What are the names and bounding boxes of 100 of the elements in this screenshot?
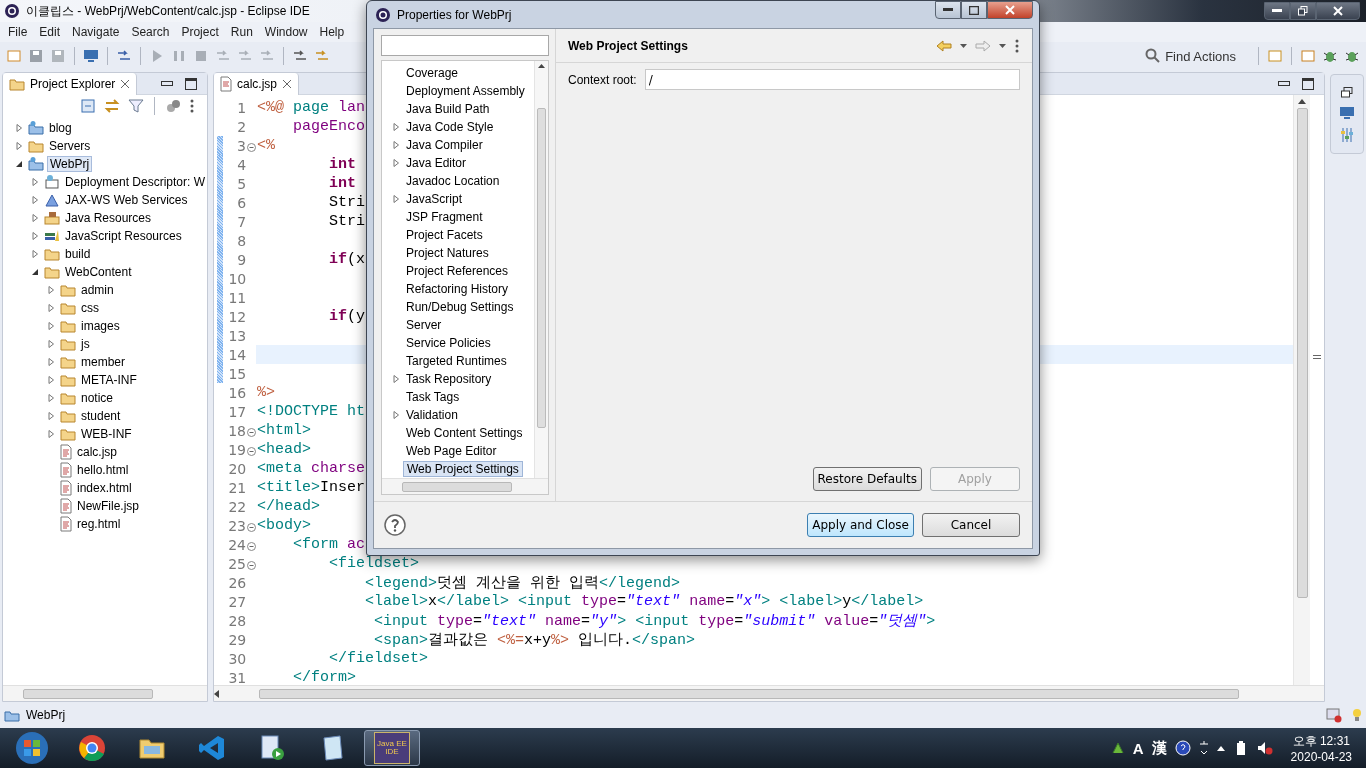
tree-item[interactable]: Coverage	[403, 66, 462, 80]
tree-item[interactable]: Project References	[403, 264, 512, 278]
menu-item[interactable]: Navigate	[66, 25, 126, 39]
show-hidden-icons-icon[interactable]	[1216, 745, 1225, 751]
ime-indicator[interactable]: 漢	[1151, 738, 1167, 758]
link-icon[interactable]	[104, 98, 120, 114]
tree-item[interactable]: Project Facets	[403, 228, 486, 242]
find-actions-field[interactable]: Find Actions	[1139, 45, 1250, 67]
tree-item[interactable]: JavaScript Resources	[63, 229, 184, 243]
tree-item[interactable]: Refactoring History	[403, 282, 512, 296]
tree-item[interactable]: WebContent	[63, 265, 134, 279]
menu-item[interactable]: Help	[313, 25, 351, 39]
minimize-button[interactable]	[1264, 2, 1290, 20]
fold-icon[interactable]	[247, 542, 256, 551]
tree-item[interactable]: Web Page Editor	[403, 444, 500, 458]
horizontal-scrollbar[interactable]	[382, 478, 548, 494]
tree-item[interactable]: Web Content Settings	[403, 426, 526, 440]
tree-item[interactable]: JAX-WS Web Services	[63, 193, 190, 207]
tree-item[interactable]: css	[79, 301, 101, 315]
tree-item[interactable]: blog	[47, 121, 74, 135]
tree-item[interactable]: calc.jsp	[75, 445, 119, 459]
tree-item[interactable]: Servers	[47, 139, 93, 153]
tree-item[interactable]: Server	[403, 318, 445, 332]
tree-item[interactable]: Task Repository	[403, 372, 495, 386]
view-menu-icon[interactable]	[1014, 37, 1020, 54]
tree-item[interactable]: reg.html	[75, 517, 123, 531]
fold-icon[interactable]	[247, 561, 256, 570]
tree-item[interactable]: student	[79, 409, 123, 423]
working-sets-icon[interactable]	[165, 98, 181, 114]
restore-icon[interactable]	[1341, 87, 1353, 99]
tree-item[interactable]: JSP Fragment	[403, 210, 486, 224]
apply-and-close-button[interactable]: Apply and Close	[807, 513, 914, 537]
menu-item[interactable]: File	[2, 25, 34, 39]
help-icon[interactable]	[384, 514, 406, 536]
tree-item[interactable]: META-INF	[79, 373, 139, 387]
error-log-icon[interactable]	[1326, 707, 1342, 723]
tree-item[interactable]: index.html	[75, 481, 134, 495]
maximize-icon[interactable]	[1302, 77, 1314, 90]
minimize-icon[interactable]	[1278, 80, 1290, 87]
maximize-button[interactable]	[961, 1, 987, 19]
context-root-field[interactable]: /	[644, 69, 1020, 90]
maximize-icon[interactable]	[185, 77, 197, 90]
tree-item[interactable]: Deployment Descriptor: W	[62, 175, 207, 189]
tree-item[interactable]: Java Editor	[403, 156, 470, 170]
tree-item[interactable]: Project Natures	[403, 246, 492, 260]
tree-item[interactable]: notice	[79, 391, 116, 405]
tree-item[interactable]: Web Project Settings	[403, 461, 523, 477]
fold-icon[interactable]	[247, 428, 256, 437]
tree-item[interactable]: Service Policies	[403, 336, 494, 350]
fold-icon[interactable]	[247, 523, 256, 532]
tree-item[interactable]: Java Build Path	[403, 102, 493, 116]
tree-item[interactable]: Java Resources	[63, 211, 154, 225]
menu-item[interactable]: Window	[258, 25, 314, 39]
tree-item[interactable]: Deployment Assembly	[403, 84, 528, 98]
vertical-scrollbar[interactable]	[534, 61, 548, 478]
sliders-icon[interactable]	[1339, 127, 1355, 143]
tree-item[interactable]: Java Compiler	[403, 138, 486, 152]
editor-tab[interactable]: calc.jsp	[214, 72, 299, 95]
tree-item[interactable]: Validation	[403, 408, 461, 422]
tree-item[interactable]: Targeted Runtimes	[403, 354, 510, 368]
menu-item[interactable]: Project	[175, 25, 225, 39]
close-button[interactable]	[1316, 2, 1360, 20]
tree-item[interactable]: NewFile.jsp	[75, 499, 141, 513]
save-icon[interactable]	[28, 48, 44, 64]
lightbulb-icon[interactable]	[1352, 707, 1362, 723]
tree-item[interactable]: Javadoc Location	[403, 174, 503, 188]
horizontal-scrollbar[interactable]	[214, 685, 1324, 701]
options-icon[interactable]	[1198, 740, 1209, 756]
tree-item[interactable]: admin	[79, 283, 116, 297]
tree-item[interactable]: build	[63, 247, 93, 261]
ime-indicator[interactable]: A	[1132, 739, 1144, 757]
menu-item[interactable]: Search	[125, 25, 176, 39]
fold-icon[interactable]	[247, 143, 256, 152]
fold-icon[interactable]	[247, 447, 256, 456]
tree-item[interactable]: Task Tags	[403, 390, 463, 404]
horizontal-scrollbar[interactable]	[3, 685, 207, 701]
menu-item[interactable]: Edit	[33, 25, 67, 39]
tree-item[interactable]: Java Code Style	[403, 120, 497, 134]
tree-item[interactable]: WebPrj	[47, 156, 93, 172]
tree-item[interactable]: JavaScript	[403, 192, 466, 206]
taskbar-button[interactable]: Java EE IDE	[364, 730, 420, 766]
minimize-icon[interactable]	[161, 80, 173, 87]
volume-muted-icon[interactable]	[1256, 740, 1273, 756]
explorer-tab[interactable]: Project Explorer	[3, 72, 138, 95]
menu-item[interactable]: Run	[224, 25, 259, 39]
view-menu-icon[interactable]	[189, 98, 195, 114]
filter-field[interactable]	[381, 35, 549, 56]
minimize-button[interactable]	[935, 1, 961, 19]
close-button[interactable]	[987, 1, 1033, 19]
clock[interactable]: 오후 12:31 2020-04-23	[1290, 732, 1352, 764]
cancel-button[interactable]: Cancel	[922, 513, 1020, 537]
tree-item[interactable]: js	[79, 337, 92, 351]
restore-defaults-button[interactable]: Restore Defaults	[812, 467, 922, 491]
tree-item[interactable]: hello.html	[75, 463, 131, 477]
tree-item[interactable]: images	[79, 319, 122, 333]
monitor-icon[interactable]	[1339, 105, 1355, 121]
tree-item[interactable]: member	[79, 355, 127, 369]
restore-button[interactable]	[1290, 2, 1316, 20]
vertical-scrollbar[interactable]	[1293, 95, 1310, 685]
tree-item[interactable]: WEB-INF	[79, 427, 134, 441]
